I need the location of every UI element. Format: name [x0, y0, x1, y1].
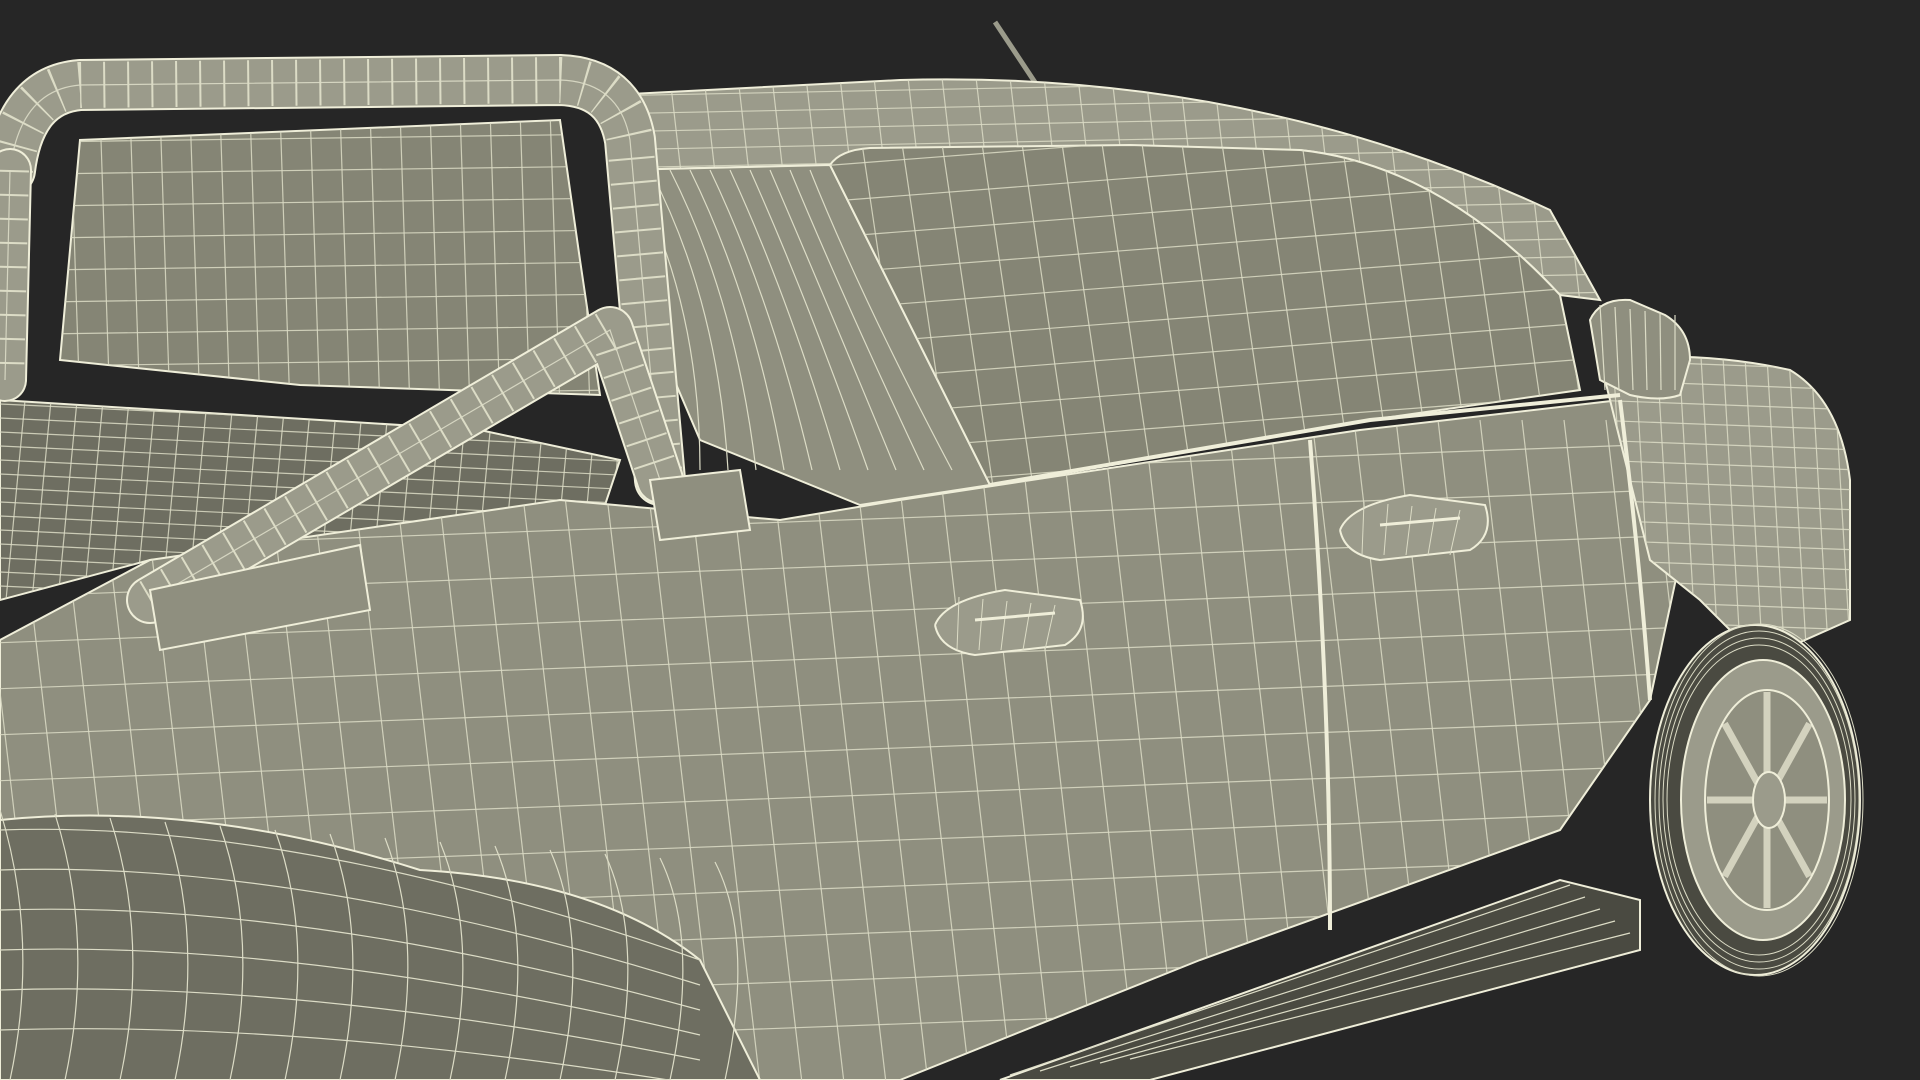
wireframe-render — [0, 0, 1920, 1080]
rear-cab-window — [58, 118, 602, 397]
3d-viewport[interactable] — [0, 0, 1920, 1080]
